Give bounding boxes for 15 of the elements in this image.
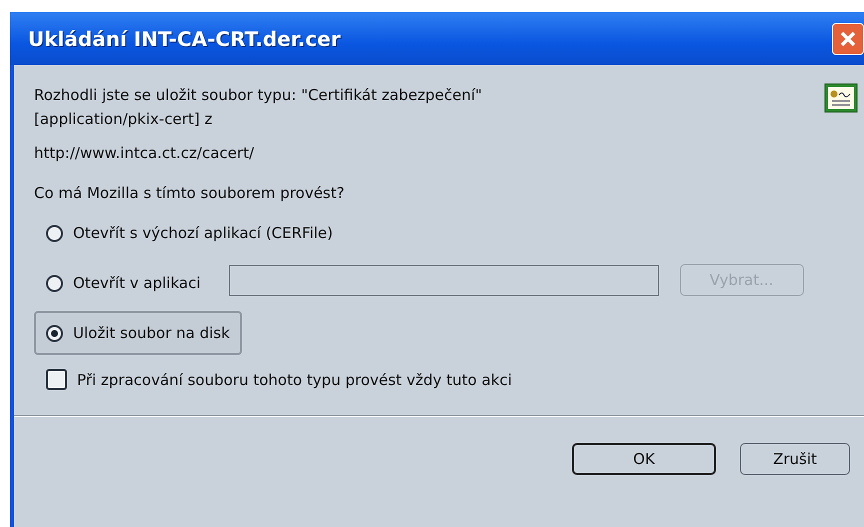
radio-option[interactable]: Uložit soubor na disk <box>34 311 242 355</box>
window-title: Ukládání INT-CA-CRT.der.cer <box>28 26 341 50</box>
checkbox-label: Při zpracování souboru tohoto typu provést vždy tuto akci <box>77 370 512 388</box>
radio-option[interactable]: Otevřít v aplikaci <box>34 261 212 305</box>
checkbox[interactable] <box>46 369 67 390</box>
question-text: Co má Mozilla s tímto souborem provést? <box>34 183 346 204</box>
message-text: [application/pkix-cert] z <box>34 109 214 130</box>
ok-button[interactable]: OK <box>572 443 716 475</box>
certificate-icon <box>824 83 858 113</box>
radio-option[interactable]: Otevřít s výchozí aplikací (CERFile) <box>34 211 345 255</box>
message-text: Rozhodli jste se uložit soubor typu: "Certifikát zabezpečení" <box>34 85 482 106</box>
source-url: http://www.intca.ct.cz/cacert/ <box>34 143 255 164</box>
cancel-button[interactable]: Zrušit <box>740 443 850 475</box>
application-field[interactable] <box>228 264 658 296</box>
close-icon[interactable] <box>832 22 864 54</box>
